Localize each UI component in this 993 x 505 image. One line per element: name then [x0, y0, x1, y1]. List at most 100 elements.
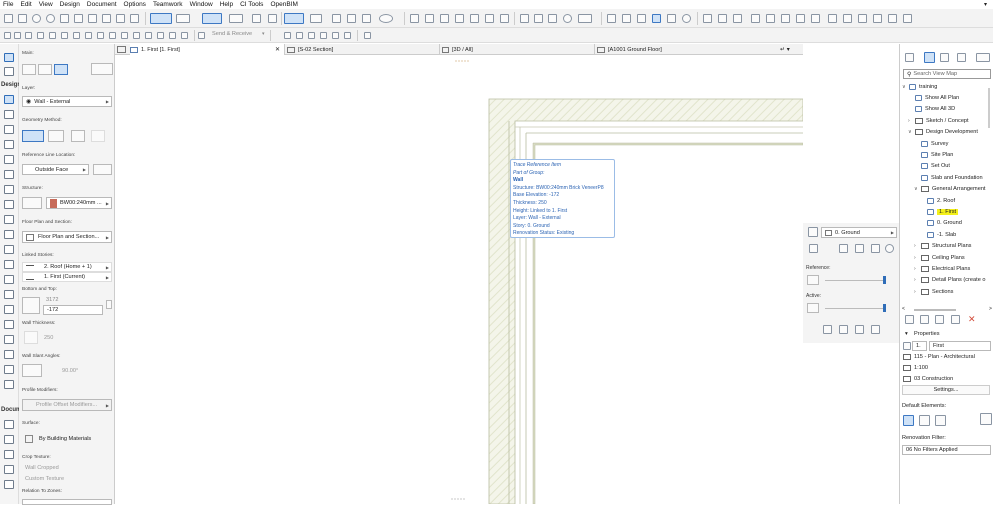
fills-icon[interactable]: [37, 32, 44, 39]
zone-tool-icon[interactable]: [4, 320, 14, 329]
layer-settings-icon[interactable]: [364, 32, 371, 39]
tree-item[interactable]: Slab and Foundation: [914, 172, 983, 183]
intersect-icon[interactable]: [440, 14, 449, 23]
print-settings-icon[interactable]: [919, 415, 930, 426]
redo-icon[interactable]: [46, 14, 55, 23]
ruler-icon[interactable]: [268, 14, 277, 23]
fillet-icon[interactable]: [425, 14, 434, 23]
search-view-map-input[interactable]: ⚲ Search View Map: [903, 69, 991, 79]
polygon-icon[interactable]: [500, 14, 509, 23]
slab-tool-icon[interactable]: [4, 215, 14, 224]
schedule-icon[interactable]: [828, 14, 837, 23]
skylight-tool-icon[interactable]: [4, 170, 14, 179]
select-mode-button[interactable]: [22, 64, 36, 75]
object-tool-icon[interactable]: [4, 140, 14, 149]
element-list-icon[interactable]: [935, 415, 946, 426]
tab-a1001-ground-floor[interactable]: [A1001 Ground Floor]: [595, 44, 775, 55]
clone-view-icon[interactable]: [920, 315, 929, 324]
window-tool-icon[interactable]: [4, 125, 14, 134]
reserve-icon[interactable]: [308, 32, 315, 39]
tag-icon[interactable]: [667, 14, 676, 23]
bottom-offset-field[interactable]: -172: [43, 305, 103, 315]
report-icon[interactable]: [873, 14, 882, 23]
tree-item[interactable]: ∨ Design Development: [908, 127, 978, 138]
tree-item[interactable]: › Ceiling Plans: [914, 252, 965, 263]
rotate-reference-icon[interactable]: [855, 244, 864, 253]
show-reference-icon[interactable]: [823, 325, 832, 334]
layer-combo-icon[interactable]: [520, 14, 529, 23]
explode-icon[interactable]: [362, 14, 371, 23]
graphic-override-icon[interactable]: [121, 32, 128, 39]
dimension-tool-icon[interactable]: [4, 420, 14, 429]
sun-tool-icon[interactable]: [4, 350, 14, 359]
magic-wand-icon[interactable]: [379, 14, 393, 23]
morph-tool-icon[interactable]: [4, 290, 14, 299]
radial-dimension-tool-icon[interactable]: [4, 450, 14, 459]
new-folder-icon[interactable]: [935, 315, 944, 324]
vertical-scrollbar[interactable]: [988, 88, 990, 128]
menu-help[interactable]: Help: [220, 1, 233, 8]
new-file-icon[interactable]: [4, 14, 13, 23]
curtain-wall-tool-icon[interactable]: [4, 155, 14, 164]
view-map-tab-icon[interactable]: [924, 52, 935, 63]
elevation-icon[interactable]: [766, 14, 775, 23]
tree-item[interactable]: Site Plan: [914, 149, 953, 160]
new-view-icon[interactable]: [905, 315, 914, 324]
show-active-icon[interactable]: [839, 325, 848, 334]
tree-item[interactable]: 2. Roof: [920, 195, 955, 206]
angle-dimension-tool-icon[interactable]: [4, 465, 14, 474]
chevron-right-icon[interactable]: ›: [914, 277, 921, 283]
dropdown-arrow-icon[interactable]: ▾: [984, 1, 987, 8]
layout-book-tab-icon[interactable]: [940, 53, 949, 62]
detail-icon[interactable]: [781, 14, 790, 23]
horizontal-scrollbar[interactable]: [914, 309, 956, 311]
measure-icon[interactable]: [102, 14, 111, 23]
navigator-options-icon[interactable]: [976, 53, 990, 62]
menu-design[interactable]: Design: [60, 1, 80, 8]
tree-item[interactable]: Show All 3D: [908, 104, 955, 115]
settings-icon[interactable]: [903, 14, 912, 23]
eye-icon[interactable]: [682, 14, 691, 23]
tree-item[interactable]: Set Out: [914, 161, 950, 172]
door-tool-icon[interactable]: [4, 110, 14, 119]
lamp-tool-icon[interactable]: [4, 335, 14, 344]
profile-modifiers-button[interactable]: Profile Offset Modifiers...: [22, 399, 112, 411]
tree-item[interactable]: -1. Slab: [920, 229, 956, 240]
railing-tool-icon[interactable]: [4, 245, 14, 254]
view-settings-icon[interactable]: [951, 315, 960, 324]
undo-icon[interactable]: [32, 14, 41, 23]
tree-item[interactable]: › Detail Plans (create o: [914, 275, 985, 286]
group-icon[interactable]: [332, 14, 341, 23]
info-icon[interactable]: [888, 14, 897, 23]
reference-line-select[interactable]: Outside Face: [22, 164, 89, 175]
pencil-icon[interactable]: [116, 14, 125, 23]
download-icon[interactable]: [284, 32, 291, 39]
section-icon[interactable]: [751, 14, 760, 23]
grid-snap-icon[interactable]: [229, 14, 243, 23]
slant-angle-field[interactable]: 90.00°: [59, 365, 99, 376]
offset-icon[interactable]: [410, 14, 419, 23]
slant-type-button[interactable]: [22, 364, 42, 377]
delete-icon[interactable]: ✕: [968, 314, 976, 325]
flag-icon[interactable]: [534, 14, 543, 23]
tree-item[interactable]: › Sketch / Concept: [908, 115, 969, 126]
chevron-right-icon[interactable]: ›: [914, 255, 921, 261]
dimension-icon[interactable]: [181, 32, 188, 39]
trace-icon[interactable]: [578, 14, 592, 23]
upload-icon[interactable]: [296, 32, 303, 39]
send-receive-dropdown-icon[interactable]: ▾: [262, 31, 265, 37]
menu-options[interactable]: Options: [124, 1, 146, 8]
renovation-icon[interactable]: [548, 14, 557, 23]
tab-overflow-icon[interactable]: ↵ ▾: [780, 46, 790, 53]
thickness-field[interactable]: 250: [41, 332, 81, 343]
marquee-icon[interactable]: [284, 13, 304, 24]
compare-mode-icon[interactable]: [871, 325, 880, 334]
top-height-field[interactable]: 3172: [43, 295, 103, 304]
surface-select[interactable]: By Building Materials: [22, 433, 112, 445]
snap-icon[interactable]: [202, 13, 222, 24]
stair-tool-icon[interactable]: [4, 230, 14, 239]
menu-teamwork[interactable]: Teamwork: [153, 1, 183, 8]
layer-select[interactable]: ◉ Wall - External: [22, 96, 112, 107]
shell-tool-icon[interactable]: [4, 275, 14, 284]
level-dimension-tool-icon[interactable]: [4, 435, 14, 444]
